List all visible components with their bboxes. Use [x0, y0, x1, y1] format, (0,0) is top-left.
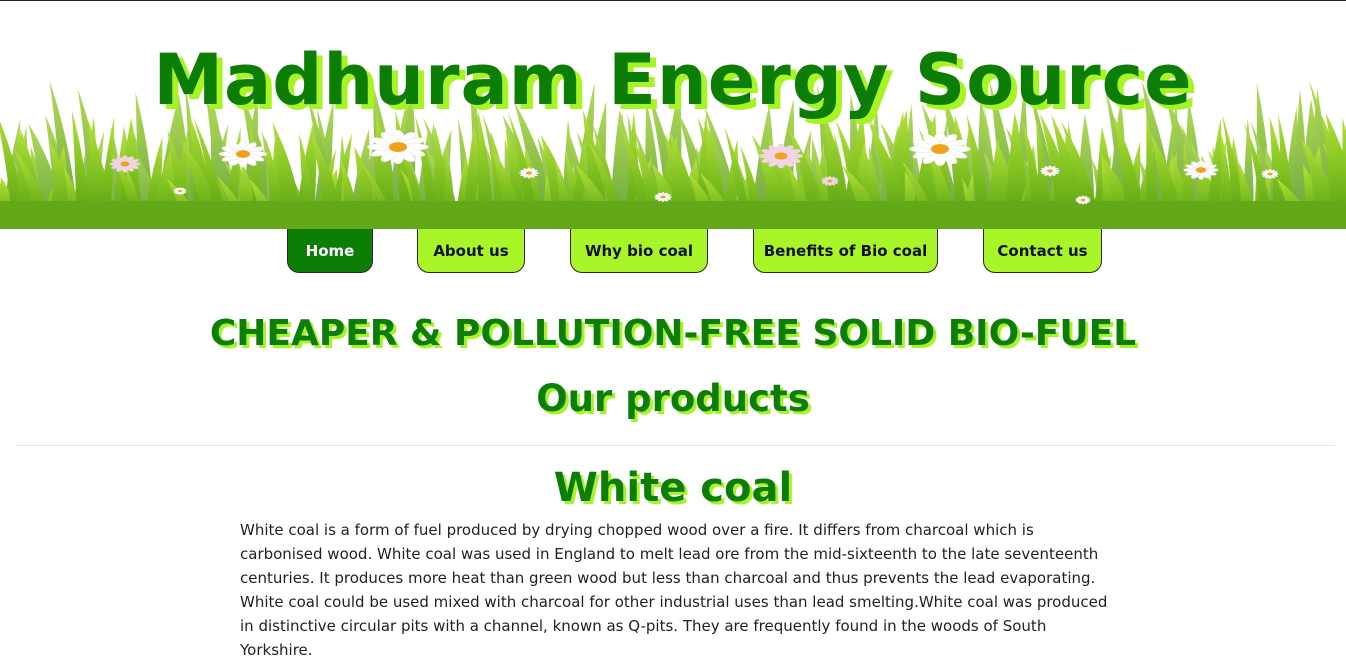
products-heading: Our products	[536, 377, 810, 420]
header-banner: Madhuram Energy Source	[0, 1, 1346, 229]
site-title: Madhuram Energy Source	[153, 39, 1193, 121]
white-coal-description: White coal is a form of fuel produced by…	[240, 521, 1108, 659]
nav-home[interactable]: Home	[287, 229, 373, 273]
section-divider	[15, 445, 1335, 446]
white-coal-heading: White coal	[553, 465, 793, 511]
main-navigation: Home About us Why bio coal Benefits of B…	[0, 229, 1346, 275]
nav-about-us[interactable]: About us	[417, 229, 525, 273]
tagline-heading: CHEAPER & POLLUTION-FREE SOLID BIO-FUEL	[209, 313, 1137, 354]
nav-benefits-of-bio-coal[interactable]: Benefits of Bio coal	[753, 229, 938, 273]
nav-why-bio-coal[interactable]: Why bio coal	[570, 229, 708, 273]
nav-contact-us[interactable]: Contact us	[983, 229, 1102, 273]
